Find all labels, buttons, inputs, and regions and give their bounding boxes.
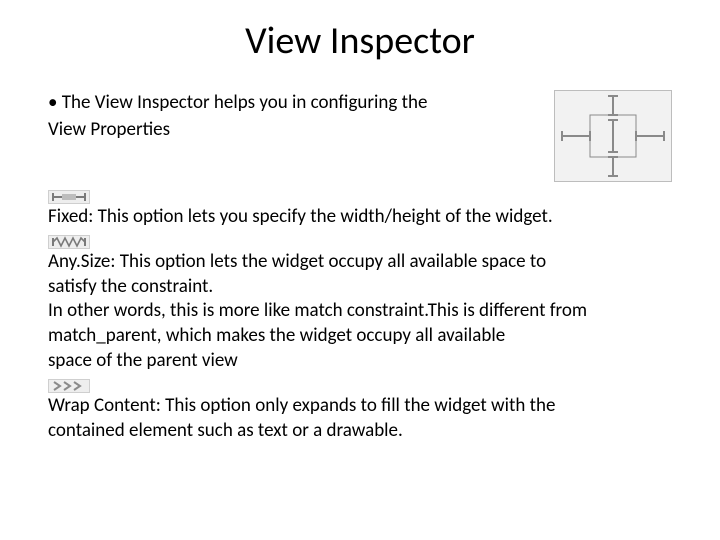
anysize-l1: Any.Size: This option lets the widget oc… (48, 251, 672, 274)
intro-text: The View Inspector helps you in configur… (48, 92, 542, 142)
fixed-size-icon (48, 190, 90, 204)
any-size-icon (48, 235, 90, 249)
wrap-content-icon (48, 379, 90, 393)
anysize-l5: space of the parent view (48, 350, 672, 373)
slide: View Inspector The View Inspector helps … (0, 0, 720, 540)
fixed-text: Fixed: This option lets you specify the … (48, 206, 672, 229)
slide-body: The View Inspector helps you in configur… (48, 92, 672, 442)
anysize-l2: satisfy the constraint. (48, 276, 672, 299)
slide-title: View Inspector (48, 18, 672, 64)
intro-row: The View Inspector helps you in configur… (48, 92, 672, 182)
constraint-diagram-icon (554, 90, 672, 182)
wrap-l1: Wrap Content: This option only expands t… (48, 395, 672, 418)
intro-line2: View Properties (48, 119, 542, 142)
intro-bullet: The View Inspector helps you in configur… (48, 92, 542, 115)
wrap-l2: contained element such as text or a draw… (48, 420, 672, 443)
anysize-l4: match_parent, which makes the widget occ… (48, 325, 672, 348)
anysize-l3: In other words, this is more like match … (48, 300, 672, 323)
